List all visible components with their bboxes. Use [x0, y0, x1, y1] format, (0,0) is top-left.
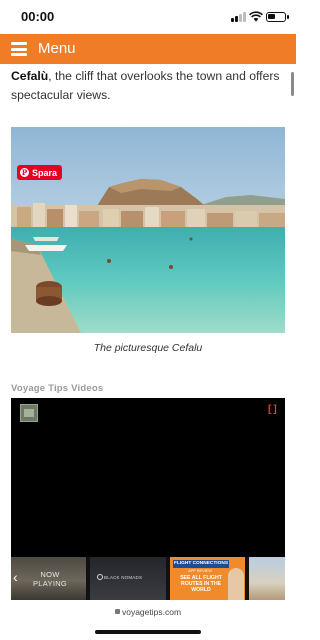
playlist-item-text: BLACK NOMADS: [104, 575, 143, 580]
playlist-item-title: FLIGHT CONNECTIONS: [173, 560, 229, 568]
battery-level: [268, 14, 275, 19]
playlist-item-subtitle: APP REVIEW: [188, 569, 212, 573]
pinterest-save-button[interactable]: P Spara: [17, 165, 63, 180]
channel-logo-icon: [97, 574, 103, 580]
wifi-icon: [249, 11, 263, 22]
presenter-image: [228, 568, 244, 600]
photo-caption: The picturesque Cefalu: [93, 342, 203, 354]
menu-label[interactable]: Menu: [38, 40, 76, 57]
place-name: Cefalù: [11, 69, 49, 83]
video-playlist: NOW PLAYING ‹ BLACK NOMADS FLIGHT CONNEC…: [11, 557, 285, 600]
videos-heading: Voyage Tips Videos: [11, 383, 104, 394]
cefalu-image: [11, 127, 285, 333]
playlist-item[interactable]: BLACK NOMADS: [90, 557, 166, 600]
fullscreen-icon[interactable]: [ ]: [268, 404, 277, 415]
menu-bar: Menu: [0, 34, 296, 64]
signal-icon: [231, 12, 246, 22]
cefalu-photo: P Spara: [11, 127, 285, 333]
scrollbar[interactable]: [291, 72, 294, 96]
browser-url-bar[interactable]: voyagetips.com: [0, 607, 296, 617]
playlist-item[interactable]: FLIGHT CONNECTIONS APP REVIEW SEE ALL FL…: [170, 557, 245, 600]
battery-icon: [266, 12, 289, 22]
status-time: 00:00: [21, 9, 55, 24]
lock-icon: [114, 609, 120, 615]
pinterest-save-label: Spara: [32, 167, 58, 178]
video-channel-logo: [20, 404, 38, 422]
browser-url: voyagetips.com: [121, 607, 182, 617]
playlist-item-now-playing[interactable]: NOW PLAYING: [11, 557, 86, 600]
video-player[interactable]: [ ] NOW PLAYING ‹ BLACK NOMADS FLIGHT CO…: [11, 398, 285, 600]
pinterest-icon: P: [20, 168, 29, 177]
playlist-item-text: SEE ALL FLIGHT ROUTES IN THE WORLD: [180, 575, 222, 593]
playlist-item[interactable]: [249, 557, 285, 600]
article-paragraph: Cefalù, the cliff that overlooks the tow…: [11, 67, 288, 105]
chevron-left-icon[interactable]: ‹: [13, 569, 18, 585]
status-bar: 00:00: [0, 0, 296, 34]
now-playing-label: NOW PLAYING: [33, 570, 68, 588]
home-indicator[interactable]: [95, 630, 201, 634]
paragraph-text: , the cliff that overlooks the town and …: [11, 69, 280, 102]
hamburger-menu-icon[interactable]: [11, 42, 27, 56]
